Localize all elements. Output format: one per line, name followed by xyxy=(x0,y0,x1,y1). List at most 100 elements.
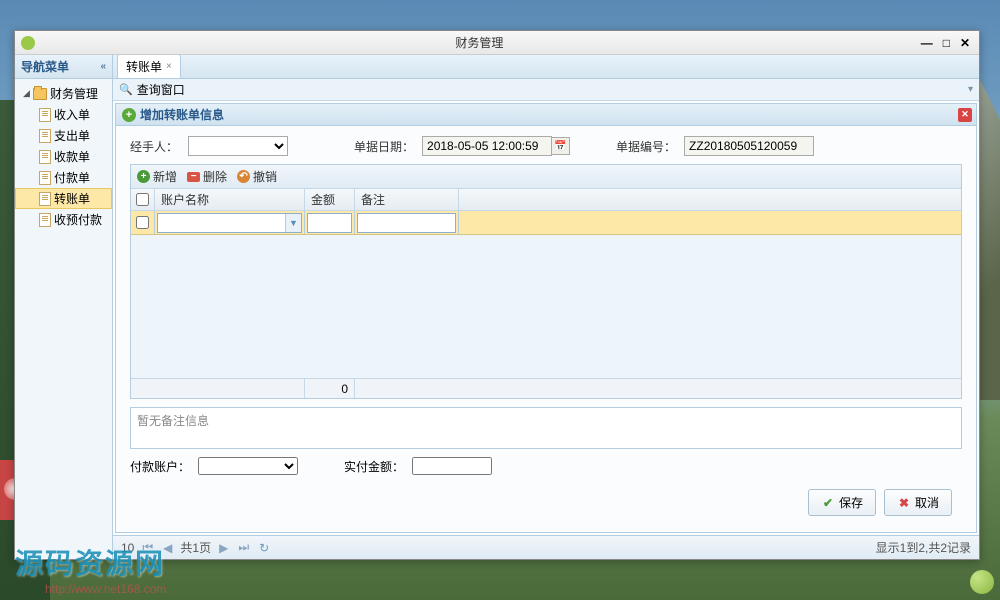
docno-label: 单据编号： xyxy=(616,138,676,155)
document-icon xyxy=(39,150,51,164)
pager-last-icon[interactable]: ⏭ xyxy=(236,540,251,555)
save-button[interactable]: ✔保存 xyxy=(808,489,876,516)
minimize-button[interactable]: — xyxy=(918,36,936,50)
sidebar-item-5[interactable]: 收预付款 xyxy=(15,209,112,230)
tray-icon[interactable] xyxy=(970,570,994,594)
cross-icon: ✖ xyxy=(897,496,911,510)
page-info: 共1页 xyxy=(180,539,211,556)
sidebar-item-label: 收预付款 xyxy=(54,211,102,228)
app-window: 财务管理 — □ ✕ 导航菜单 « ◢ 财务管理 收入单支出单收款单付款单转账单… xyxy=(14,30,980,560)
sidebar-title: 导航菜单 xyxy=(21,58,69,75)
check-icon: ✔ xyxy=(821,496,835,510)
handler-select[interactable] xyxy=(188,136,288,156)
search-icon: 🔍 xyxy=(119,83,133,96)
panel-header: + 增加转账单信息 ✕ xyxy=(116,104,976,126)
tree-root[interactable]: ◢ 财务管理 xyxy=(15,83,112,104)
pay-account-label: 付款账户： xyxy=(130,458,190,475)
titlebar[interactable]: 财务管理 — □ ✕ xyxy=(15,31,979,55)
col-account[interactable]: 账户名称 xyxy=(155,189,305,210)
sidebar-collapse-icon[interactable]: « xyxy=(100,61,106,72)
remark-textarea[interactable]: 暂无备注信息 xyxy=(130,407,962,449)
actual-amount-input[interactable] xyxy=(412,457,492,475)
folder-icon xyxy=(33,88,47,100)
tree-root-label: 财务管理 xyxy=(50,85,98,102)
tab-strip: 转账单 × xyxy=(113,55,979,79)
grid-body: ▼ xyxy=(131,211,961,378)
window-title: 财务管理 xyxy=(41,34,918,51)
grid-header: 账户名称 金额 备注 xyxy=(131,189,961,211)
col-checkbox[interactable] xyxy=(131,189,155,210)
sidebar-item-0[interactable]: 收入单 xyxy=(15,104,112,125)
refresh-icon[interactable]: ↻ xyxy=(257,541,271,555)
grid-add-button[interactable]: +新增 xyxy=(137,168,177,185)
docno-input[interactable] xyxy=(684,136,814,156)
grid: +新增 −删除 ↶撤销 账户名称 金额 备注 xyxy=(130,164,962,399)
document-icon xyxy=(39,171,51,185)
grid-delete-button[interactable]: −删除 xyxy=(187,168,227,185)
pager-prev-icon[interactable]: ◀ xyxy=(161,541,174,555)
tree-arrow-icon[interactable]: ◢ xyxy=(23,88,33,99)
grid-footer: 0 xyxy=(131,378,961,398)
document-icon xyxy=(39,213,51,227)
header-checkbox[interactable] xyxy=(136,193,149,206)
panel-close-icon[interactable]: ✕ xyxy=(958,108,972,122)
form-row-top: 经手人： 单据日期： 📅 单据编号： xyxy=(130,136,962,156)
sidebar-item-label: 付款单 xyxy=(54,169,90,186)
col-remark[interactable]: 备注 xyxy=(355,189,459,210)
grid-undo-button[interactable]: ↶撤销 xyxy=(237,168,277,185)
sidebar-item-label: 转账单 xyxy=(54,190,90,207)
expand-icon[interactable]: ▾ xyxy=(968,84,973,95)
bottom-row: 付款账户： 实付金额： xyxy=(130,457,962,475)
pay-account-select[interactable] xyxy=(198,457,298,475)
cancel-button[interactable]: ✖取消 xyxy=(884,489,952,516)
close-button[interactable]: ✕ xyxy=(957,36,973,50)
maximize-button[interactable]: □ xyxy=(940,36,953,50)
account-combo[interactable]: ▼ xyxy=(157,213,302,233)
action-bar: ✔保存 ✖取消 xyxy=(130,483,962,522)
sidebar-item-label: 收入单 xyxy=(54,106,90,123)
sidebar-item-3[interactable]: 付款单 xyxy=(15,167,112,188)
document-icon xyxy=(39,129,51,143)
remark-input[interactable] xyxy=(357,213,456,233)
amount-input[interactable] xyxy=(307,213,352,233)
search-bar: 🔍 查询窗口 ▾ xyxy=(113,79,979,101)
tab-close-icon[interactable]: × xyxy=(166,61,172,72)
sidebar-item-label: 支出单 xyxy=(54,127,90,144)
pager-next-icon[interactable]: ▶ xyxy=(217,541,230,555)
page-size[interactable]: 10 xyxy=(121,541,134,555)
sidebar-item-4[interactable]: 转账单 xyxy=(15,188,112,209)
sidebar: 导航菜单 « ◢ 财务管理 收入单支出单收款单付款单转账单收预付款 xyxy=(15,55,113,559)
handler-label: 经手人： xyxy=(130,138,180,155)
app-icon xyxy=(21,36,35,50)
grid-toolbar: +新增 −删除 ↶撤销 xyxy=(131,165,961,189)
search-label: 查询窗口 xyxy=(137,81,185,98)
undo-icon: ↶ xyxy=(237,170,250,183)
nav-tree: ◢ 财务管理 收入单支出单收款单付款单转账单收预付款 xyxy=(15,79,112,234)
pager: 10 ⏮ ◀ 共1页 ▶ ⏭ ↻ 显示1到2,共2记录 xyxy=(113,535,979,559)
document-icon xyxy=(39,192,51,206)
sidebar-header: 导航菜单 « xyxy=(15,55,112,79)
pager-info: 显示1到2,共2记录 xyxy=(876,539,971,556)
date-input[interactable] xyxy=(422,136,552,156)
col-amount[interactable]: 金额 xyxy=(305,189,355,210)
add-icon: + xyxy=(137,170,150,183)
tab-transfer[interactable]: 转账单 × xyxy=(117,55,181,78)
date-label: 单据日期： xyxy=(354,138,414,155)
footer-total: 0 xyxy=(305,379,355,398)
pager-first-icon[interactable]: ⏮ xyxy=(140,540,155,555)
sidebar-item-2[interactable]: 收款单 xyxy=(15,146,112,167)
form-panel: + 增加转账单信息 ✕ 经手人： 单据日期： 📅 xyxy=(115,103,977,533)
delete-icon: − xyxy=(187,172,200,182)
tab-label: 转账单 xyxy=(126,58,162,75)
sidebar-item-label: 收款单 xyxy=(54,148,90,165)
document-icon xyxy=(39,108,51,122)
actual-amount-label: 实付金额： xyxy=(344,458,404,475)
panel-title: 增加转账单信息 xyxy=(140,106,224,123)
table-row[interactable]: ▼ xyxy=(131,211,961,235)
main-area: 转账单 × 🔍 查询窗口 ▾ + 增加转账单信息 ✕ 经手人： xyxy=(113,55,979,559)
row-checkbox[interactable] xyxy=(136,216,149,229)
calendar-icon[interactable]: 📅 xyxy=(552,137,570,155)
sidebar-item-1[interactable]: 支出单 xyxy=(15,125,112,146)
chevron-down-icon[interactable]: ▼ xyxy=(285,214,301,232)
plus-icon: + xyxy=(122,108,136,122)
